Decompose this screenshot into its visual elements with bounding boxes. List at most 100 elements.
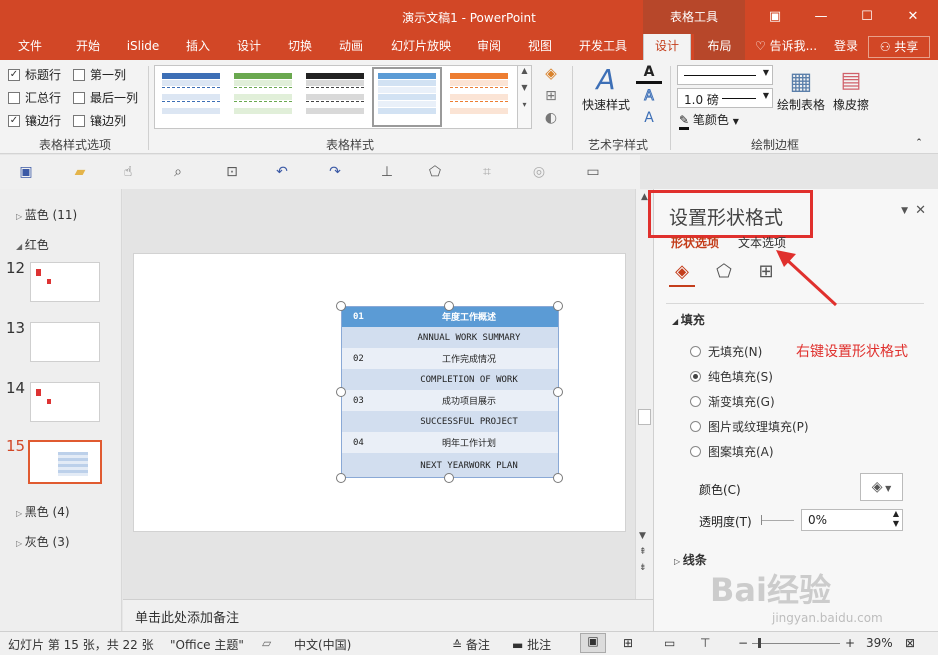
- effects-pentagon-icon[interactable]: ⬠: [711, 261, 737, 287]
- notes-toggle[interactable]: ≙ 备注: [452, 636, 490, 653]
- scroll-thumb[interactable]: [638, 409, 651, 425]
- touch-mode-icon[interactable]: ☝: [118, 162, 138, 182]
- pane-options-icon[interactable]: ▼: [901, 206, 908, 216]
- language[interactable]: 中文(中国): [294, 636, 351, 653]
- slide-sorter-icon[interactable]: ⊞: [623, 636, 633, 650]
- scroll-down-icon[interactable]: ▼: [639, 531, 646, 541]
- tab-animations[interactable]: 动画: [327, 34, 375, 60]
- shapes-icon[interactable]: ⬠: [425, 162, 445, 182]
- merge-shapes-icon[interactable]: ◎: [529, 162, 549, 182]
- option-banded-rows[interactable]: ✓ 镶边行: [8, 112, 61, 129]
- tab-design[interactable]: 设计: [225, 34, 273, 60]
- resize-handle[interactable]: [553, 301, 563, 311]
- maximize-button[interactable]: ☐: [844, 0, 890, 34]
- resize-handle[interactable]: [553, 387, 563, 397]
- radio-gradient-fill[interactable]: 渐变填充(G): [690, 393, 775, 410]
- tab-view[interactable]: 视图: [516, 34, 564, 60]
- tab-developer[interactable]: 开发工具: [568, 34, 638, 60]
- comments-toggle[interactable]: ▬ 批注: [512, 636, 551, 653]
- slide-thumbnail-14[interactable]: [30, 382, 100, 422]
- resize-handle[interactable]: [336, 387, 346, 397]
- reading-view-icon[interactable]: ▭: [664, 636, 675, 650]
- vertical-scrollbar[interactable]: ▲ ▼ ⇞ ⇟: [635, 189, 653, 599]
- quick-styles-button[interactable]: A 快速样式: [580, 64, 632, 113]
- tab-shape-options[interactable]: 形状选项: [671, 234, 719, 251]
- text-fill-icon[interactable]: A: [636, 64, 662, 84]
- close-button[interactable]: ✕: [890, 0, 936, 34]
- table-style-blue[interactable]: [159, 70, 223, 124]
- fill-section-header[interactable]: ◢ 填充: [672, 311, 705, 328]
- textbox-icon[interactable]: ▭: [583, 162, 603, 182]
- ribbon-display-button[interactable]: ▣: [752, 0, 798, 34]
- option-first-column[interactable]: 第一列: [73, 66, 126, 83]
- zoom-level[interactable]: 39%: [866, 636, 893, 650]
- notes-pane[interactable]: 单击此处添加备注: [123, 599, 653, 631]
- slide-thumbnail-13[interactable]: [30, 322, 100, 362]
- eraser-button[interactable]: ▤ 橡皮擦: [830, 66, 872, 113]
- borders-icon[interactable]: ⊞: [538, 88, 564, 104]
- tab-home[interactable]: 开始: [64, 34, 112, 60]
- option-header-row[interactable]: ✓ 标题行: [8, 66, 61, 83]
- option-last-column[interactable]: 最后一列: [73, 89, 138, 106]
- pen-style-dropdown[interactable]: ▼: [677, 65, 773, 85]
- radio-solid-fill[interactable]: 纯色填充(S): [690, 368, 773, 385]
- crop-icon[interactable]: ⌗: [477, 162, 497, 182]
- section-blue[interactable]: ▷ 蓝色 (11): [16, 206, 77, 223]
- resize-handle[interactable]: [444, 301, 454, 311]
- tab-islide[interactable]: iSlide: [118, 34, 168, 60]
- section-black[interactable]: ▷ 黑色 (4): [16, 503, 70, 520]
- tab-slideshow[interactable]: 幻灯片放映: [382, 34, 460, 60]
- section-red[interactable]: ◢ 红色: [16, 236, 49, 253]
- option-banded-columns[interactable]: 镶边列: [73, 112, 126, 129]
- fill-color-picker[interactable]: ◈ ▼: [860, 473, 903, 501]
- radio-no-fill[interactable]: 无填充(N): [690, 343, 762, 360]
- effects-icon[interactable]: ◐: [538, 110, 564, 126]
- scroll-up-icon[interactable]: ▲: [518, 66, 531, 75]
- resize-handle[interactable]: [444, 473, 454, 483]
- pen-color-button[interactable]: ✎ 笔颜色 ▼: [679, 111, 775, 130]
- radio-picture-fill[interactable]: 图片或纹理填充(P): [690, 418, 809, 435]
- sign-in-link[interactable]: 登录: [828, 34, 864, 60]
- table-style-green[interactable]: [231, 70, 295, 124]
- slide-table[interactable]: 01 年度工作概述 ANNUAL WORK SUMMARY 02 工作完成情况 …: [341, 306, 559, 478]
- resize-handle[interactable]: [336, 301, 346, 311]
- previous-slide-icon[interactable]: ⇞: [639, 547, 647, 557]
- undo-icon[interactable]: ↶: [272, 162, 292, 182]
- table-style-light-blue-selected[interactable]: [372, 67, 442, 127]
- resize-handle[interactable]: [336, 473, 346, 483]
- next-slide-icon[interactable]: ⇟: [639, 563, 647, 573]
- gallery-scroll[interactable]: ▲ ▼ ▾: [517, 66, 531, 128]
- tell-me-box[interactable]: ♡ 告诉我...: [755, 34, 825, 60]
- spin-up-icon[interactable]: ▲: [893, 509, 899, 518]
- draw-table-button[interactable]: ▦ 绘制表格: [775, 66, 827, 113]
- radio-pattern-fill[interactable]: 图案填充(A): [690, 443, 774, 460]
- tab-transitions[interactable]: 切换: [276, 34, 324, 60]
- tab-file[interactable]: 文件: [6, 34, 54, 60]
- shading-icon[interactable]: ◈: [538, 64, 564, 82]
- fit-to-window-icon[interactable]: ⊠: [905, 636, 915, 650]
- transparency-slider[interactable]: [761, 515, 794, 525]
- collapse-ribbon-icon[interactable]: ⌃: [912, 138, 926, 148]
- resize-handle[interactable]: [553, 473, 563, 483]
- close-pane-icon[interactable]: ✕: [915, 203, 926, 218]
- tab-review[interactable]: 审阅: [465, 34, 513, 60]
- section-gray[interactable]: ▷ 灰色 (3): [16, 533, 70, 550]
- line-section-header[interactable]: ▷ 线条: [674, 551, 707, 568]
- save-icon[interactable]: ▣: [16, 162, 36, 182]
- share-button[interactable]: ⚇ 共享: [868, 36, 930, 58]
- accessibility-icon[interactable]: ▱: [262, 636, 271, 650]
- slide-thumbnail-12[interactable]: [30, 262, 100, 302]
- slide-thumbnail-15-selected[interactable]: [28, 440, 102, 484]
- table-style-dark[interactable]: [303, 70, 367, 124]
- normal-view-icon[interactable]: ▣: [580, 633, 606, 653]
- text-outline-icon[interactable]: A: [636, 88, 662, 105]
- spin-down-icon[interactable]: ▼: [893, 519, 899, 528]
- align-icon[interactable]: ⊥: [377, 162, 397, 182]
- redo-icon[interactable]: ↷: [325, 162, 345, 182]
- zoom-in-icon[interactable]: +: [845, 636, 855, 650]
- slideshow-icon[interactable]: ⊤: [700, 636, 710, 650]
- gallery-more-icon[interactable]: ▾: [518, 100, 531, 109]
- minimize-button[interactable]: —: [798, 0, 844, 34]
- option-total-row[interactable]: 汇总行: [8, 89, 61, 106]
- pen-weight-dropdown[interactable]: 1.0 磅 ▼: [677, 88, 773, 108]
